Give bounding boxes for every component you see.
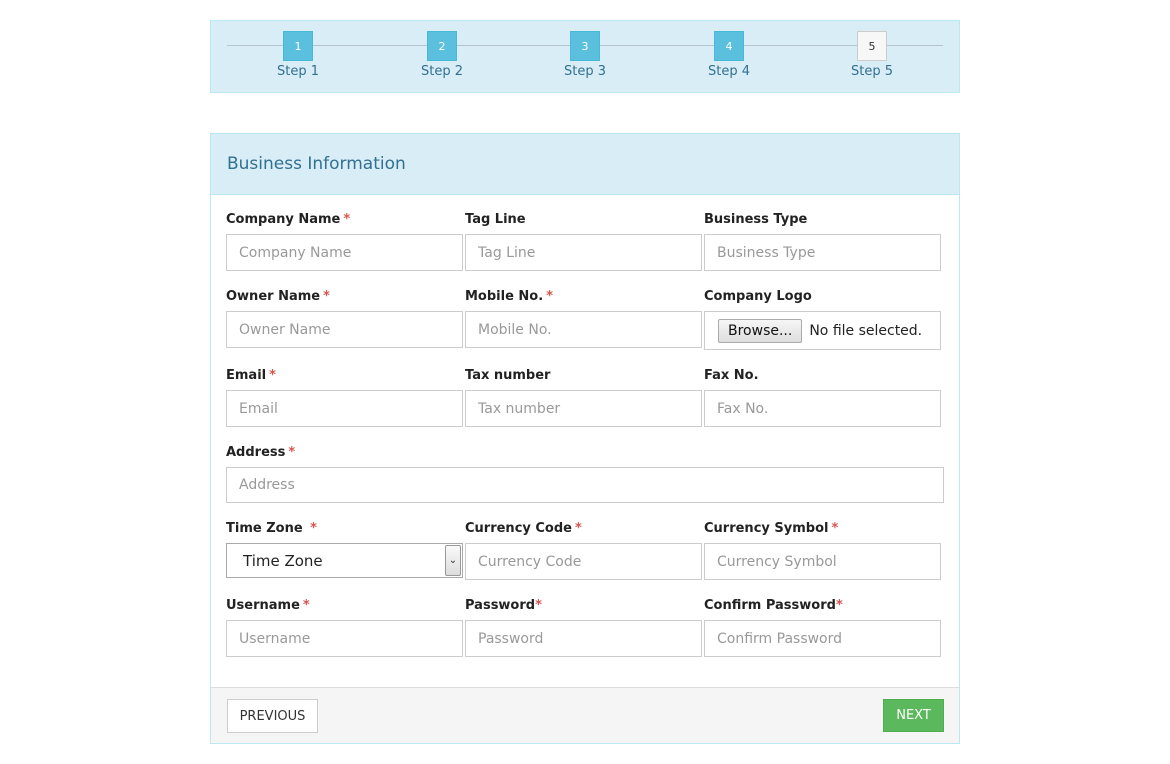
- required-mark: *: [835, 598, 843, 613]
- step-1[interactable]: 1 Step 1: [258, 31, 338, 79]
- password-input[interactable]: [465, 620, 702, 657]
- business-type-input[interactable]: [704, 234, 941, 271]
- mobile-no-label: Mobile No. *: [465, 289, 553, 304]
- company-name-input[interactable]: [226, 234, 463, 271]
- mobile-no-input[interactable]: [465, 311, 702, 348]
- step-2-number[interactable]: 2: [427, 31, 457, 61]
- currency-code-label: Currency Code *: [465, 521, 582, 536]
- next-button[interactable]: NEXT: [883, 699, 944, 732]
- company-logo-label: Company Logo: [704, 289, 812, 304]
- business-info-panel: Business Information Company Name* Tag L…: [210, 133, 960, 744]
- required-mark: *: [831, 521, 839, 536]
- owner-name-label: Owner Name *: [226, 289, 330, 304]
- confirm-password-field: Confirm Password*: [704, 598, 941, 657]
- company-logo-field: Company Logo Browse... No file selected.: [704, 289, 941, 350]
- address-field: Address *: [226, 445, 944, 503]
- required-mark: *: [546, 289, 553, 304]
- owner-name-field: Owner Name *: [226, 289, 463, 348]
- required-mark: *: [535, 598, 542, 613]
- tag-line-label: Tag Line: [465, 212, 526, 227]
- required-mark: *: [575, 521, 582, 536]
- address-label: Address *: [226, 445, 296, 460]
- required-mark: *: [288, 445, 296, 460]
- company-name-label: Company Name *: [226, 212, 351, 227]
- step-4[interactable]: 4 Step 4: [689, 31, 769, 79]
- browse-button[interactable]: Browse...: [718, 318, 803, 343]
- tax-number-label: Tax number: [465, 368, 551, 383]
- panel-title: Business Information: [227, 154, 406, 174]
- confirm-password-input[interactable]: [704, 620, 941, 657]
- confirm-password-label: Confirm Password*: [704, 598, 843, 613]
- wizard-stepper: 1 Step 1 2 Step 2 3 Step 3 4 Step 4 5 St…: [210, 20, 960, 93]
- step-5[interactable]: 5 Step 5: [832, 31, 912, 79]
- time-zone-field: Time Zone * Time Zone ⌄: [226, 521, 463, 578]
- username-label: Username *: [226, 598, 310, 613]
- business-type-label: Business Type: [704, 212, 808, 227]
- company-name-field: Company Name *: [226, 212, 463, 271]
- time-zone-select[interactable]: Time Zone ⌄: [226, 543, 463, 578]
- tax-number-field: Tax number: [465, 368, 702, 427]
- step-1-label[interactable]: Step 1: [258, 64, 338, 79]
- currency-symbol-field: Currency Symbol *: [704, 521, 941, 580]
- owner-name-input[interactable]: [226, 311, 463, 348]
- panel-footer: PREVIOUS NEXT: [211, 687, 959, 743]
- email-label: Email *: [226, 368, 276, 383]
- required-mark: *: [310, 521, 317, 536]
- required-mark: *: [269, 368, 276, 383]
- step-4-label[interactable]: Step 4: [689, 64, 769, 79]
- fax-no-label: Fax No.: [704, 368, 759, 383]
- step-5-label[interactable]: Step 5: [832, 64, 912, 79]
- currency-code-input[interactable]: [465, 543, 702, 580]
- currency-symbol-label: Currency Symbol *: [704, 521, 839, 536]
- step-1-number[interactable]: 1: [283, 31, 313, 61]
- chevron-down-icon[interactable]: ⌄: [445, 545, 461, 576]
- step-2-label[interactable]: Step 2: [402, 64, 482, 79]
- previous-button[interactable]: PREVIOUS: [227, 699, 318, 733]
- step-5-number[interactable]: 5: [857, 31, 887, 61]
- username-input[interactable]: [226, 620, 463, 657]
- tag-line-field: Tag Line: [465, 212, 702, 271]
- mobile-no-field: Mobile No. *: [465, 289, 702, 348]
- step-3-label[interactable]: Step 3: [545, 64, 625, 79]
- address-input[interactable]: [226, 467, 944, 503]
- email-input[interactable]: [226, 390, 463, 427]
- time-zone-selected: Time Zone: [243, 552, 323, 570]
- fax-no-input[interactable]: [704, 390, 941, 427]
- tax-number-input[interactable]: [465, 390, 702, 427]
- tag-line-input[interactable]: [465, 234, 702, 271]
- step-3-number[interactable]: 3: [570, 31, 600, 61]
- password-field: Password*: [465, 598, 702, 657]
- required-mark: *: [323, 289, 330, 304]
- step-2[interactable]: 2 Step 2: [402, 31, 482, 79]
- panel-heading: Business Information: [211, 134, 959, 195]
- company-logo-file-input[interactable]: Browse... No file selected.: [704, 311, 941, 350]
- fax-no-field: Fax No.: [704, 368, 941, 427]
- password-label: Password*: [465, 598, 542, 613]
- business-type-field: Business Type: [704, 212, 941, 271]
- currency-code-field: Currency Code *: [465, 521, 702, 580]
- time-zone-label: Time Zone *: [226, 521, 317, 536]
- file-status: No file selected.: [809, 322, 923, 339]
- currency-symbol-input[interactable]: [704, 543, 941, 580]
- required-mark: *: [302, 598, 310, 613]
- email-field: Email *: [226, 368, 463, 427]
- required-mark: *: [343, 212, 351, 227]
- username-field: Username *: [226, 598, 463, 657]
- step-4-number[interactable]: 4: [714, 31, 744, 61]
- step-3[interactable]: 3 Step 3: [545, 31, 625, 79]
